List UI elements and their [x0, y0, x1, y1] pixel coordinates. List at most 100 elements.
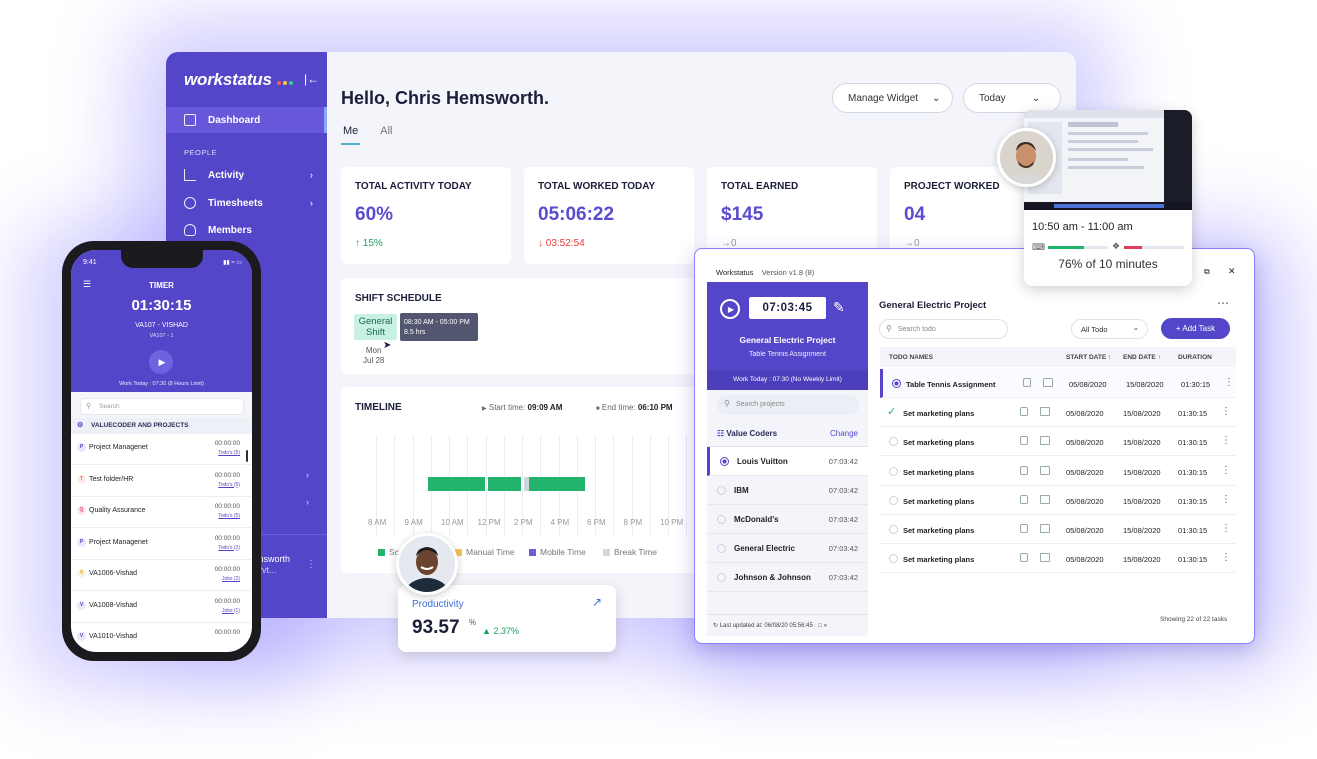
timeline-tick-label: 6 PM — [587, 518, 606, 527]
todos-link[interactable]: Jobs (2) — [222, 576, 240, 582]
collapse-icon[interactable]: « — [824, 623, 827, 629]
image-icon[interactable] — [1040, 407, 1050, 417]
lock-icon[interactable] — [1020, 494, 1028, 504]
play-button[interactable]: ▶ — [720, 299, 740, 319]
image-icon[interactable] — [1040, 494, 1050, 504]
sidebar-item-timesheets[interactable]: Timesheets › — [166, 190, 327, 216]
radio-icon — [889, 495, 898, 505]
tab-all[interactable]: All — [380, 125, 392, 143]
list-item[interactable]: T Test folder/HR 00:00:00 Todo's (5) — [71, 466, 252, 497]
project-name: Test folder/HR — [89, 475, 134, 483]
todos-link[interactable]: Todo's (2) — [218, 545, 240, 551]
more-icon[interactable]: ⋮ — [1221, 494, 1231, 505]
sort-icon[interactable]: ↑ — [1108, 354, 1111, 361]
logo: workstatus — [184, 70, 293, 90]
more-icon[interactable]: ⋮ — [306, 559, 316, 570]
todos-link[interactable]: Todo's (5) — [218, 450, 240, 456]
table-row[interactable]: Set marketing plans 05/08/2020 15/08/2020 0… — [880, 486, 1236, 515]
list-item[interactable]: P Project Managenet 00:00:00 Todo's (2) — [71, 529, 252, 560]
image-icon[interactable] — [1040, 553, 1050, 563]
project-avatar: P — [77, 443, 86, 452]
expand-icon[interactable]: □ — [818, 623, 822, 629]
shift-block[interactable]: General Shift — [354, 314, 397, 340]
more-icon[interactable]: ⋮ — [1224, 377, 1234, 388]
client-row[interactable]: Louis Vuitton 07:03:42 — [707, 447, 868, 476]
project-name: Quality Assurance — [89, 507, 146, 514]
more-icon[interactable]: ⋮ — [1221, 406, 1231, 417]
sort-icon[interactable]: ↑ — [1158, 354, 1161, 361]
table-row[interactable]: Table Tennis Assignment 05/08/2020 15/08/2… — [880, 369, 1236, 398]
more-icon[interactable]: ⋮ — [1221, 523, 1231, 534]
list-item[interactable]: V VA1008-Vishad 00:00:00 Jobs (1) — [71, 592, 252, 623]
radio-icon — [892, 379, 901, 388]
more-icon[interactable]: ⋮ — [1221, 465, 1231, 476]
client-row[interactable]: Johnson & Johnson 07:03:42 — [707, 563, 868, 592]
collapse-sidebar-icon[interactable]: |← — [304, 72, 319, 86]
image-icon[interactable] — [1043, 378, 1053, 387]
sidebar-user[interactable]: msworth Pvt... — [256, 554, 290, 576]
table-row[interactable]: Set marketing plans 05/08/2020 15/08/2020 0… — [880, 457, 1236, 486]
desktop-app-window: Workstatus Version v1.8 (8) ⧉ ✕ ▶ 07:03:… — [694, 248, 1255, 644]
table-row[interactable]: Set marketing plans 05/08/2020 15/08/2020 0… — [880, 544, 1236, 574]
client-row[interactable]: IBM 07:03:42 — [707, 476, 868, 505]
list-item[interactable]: V VA1006-Vishad 00:00:00 Jobs (2) — [71, 560, 252, 591]
edit-icon[interactable]: ✎ — [833, 299, 845, 316]
chevron-right-icon: › — [310, 170, 313, 180]
lock-icon[interactable] — [1020, 465, 1028, 475]
arrow-up-icon: ↑ — [355, 238, 360, 249]
page-title: Hello, Chris Hemsworth. — [341, 88, 550, 108]
date-range-select[interactable]: Today ⌄ — [963, 83, 1061, 113]
sidebar-item-activity[interactable]: Activity › — [166, 162, 327, 188]
timeline-gridline — [394, 435, 395, 535]
image-icon[interactable] — [1040, 524, 1050, 533]
lock-icon[interactable] — [1020, 436, 1028, 446]
todos-link[interactable]: Todo's (5) — [218, 482, 240, 488]
radio-icon — [889, 554, 898, 564]
manage-widget-button[interactable]: Manage Widget ⌄ — [832, 83, 954, 113]
project-name: VA1008-Vishad — [89, 601, 137, 609]
play-button[interactable]: ▶ — [149, 350, 173, 374]
productivity-card: Productivity ↗ 93.57 % ▲ 2.37% — [398, 585, 616, 652]
trend-icon: ↗ — [591, 595, 602, 609]
image-icon[interactable] — [1040, 465, 1050, 475]
avatar — [396, 533, 458, 595]
app-projects-panel: ▶ 07:03:45 ✎ General Electric Project Ta… — [707, 282, 868, 636]
play-icon: ▶ — [482, 406, 487, 412]
todos-link[interactable]: Todo's (5) — [218, 513, 240, 519]
todo-filter-select[interactable]: All Todo ⌄ — [1071, 319, 1148, 339]
table-row[interactable]: Set marketing plans 05/08/2020 15/08/2020 0… — [880, 427, 1236, 457]
lock-icon[interactable] — [1023, 378, 1031, 387]
client-row[interactable]: General Electric 07:03:42 — [707, 534, 868, 563]
todos-link[interactable]: Jobs (1) — [222, 608, 240, 614]
image-icon[interactable] — [1040, 436, 1050, 446]
legend-item: Break Time — [603, 547, 657, 557]
tab-me[interactable]: Me — [341, 125, 361, 145]
timeline-bar — [529, 477, 585, 491]
table-row[interactable]: ✓ Set marketing plans 05/08/2020 15/08/2020… — [880, 398, 1236, 428]
more-icon[interactable]: ⋯ — [1217, 296, 1229, 310]
lock-icon[interactable] — [1020, 524, 1028, 533]
radio-icon — [717, 572, 726, 582]
add-task-button[interactable]: + Add Task — [1161, 318, 1230, 339]
search-todo-input[interactable]: ⚲ Search todo — [879, 319, 1008, 339]
table-row[interactable]: Set marketing plans 05/08/2020 15/08/2020 0… — [880, 515, 1236, 544]
list-item[interactable]: V VA1010-Vishad 00:00:00 — [71, 623, 252, 652]
maximize-icon[interactable]: ⧉ — [1204, 267, 1210, 277]
search-icon: ⚲ — [886, 324, 892, 333]
chevron-right-icon: › — [306, 497, 309, 507]
sidebar-item-members[interactable]: Members — [166, 217, 327, 243]
list-item[interactable]: Q Quality Assurance 00:00:00 Todo's (5) — [71, 497, 252, 528]
change-org-link[interactable]: Change — [830, 429, 858, 438]
search-projects-input[interactable]: ⚲ Search projects — [717, 395, 859, 415]
client-row[interactable]: McDonald's 07:03:42 — [707, 505, 868, 534]
list-item[interactable]: P Project Managenet 00:00:00 Todo's (5) — [71, 434, 252, 465]
lock-icon[interactable] — [1020, 407, 1028, 417]
more-icon[interactable]: ⋮ — [1221, 435, 1231, 446]
close-icon[interactable]: ✕ — [1228, 266, 1236, 277]
more-icon[interactable]: ⋮ — [1221, 552, 1231, 563]
timeline-tick-label: 2 PM — [514, 518, 533, 527]
mobile-search-input[interactable]: ⚲ Search — [80, 398, 244, 415]
arrow-down-icon: ↓ — [538, 238, 543, 249]
lock-icon[interactable] — [1020, 553, 1028, 563]
sidebar-item-dashboard[interactable]: Dashboard — [166, 107, 327, 133]
